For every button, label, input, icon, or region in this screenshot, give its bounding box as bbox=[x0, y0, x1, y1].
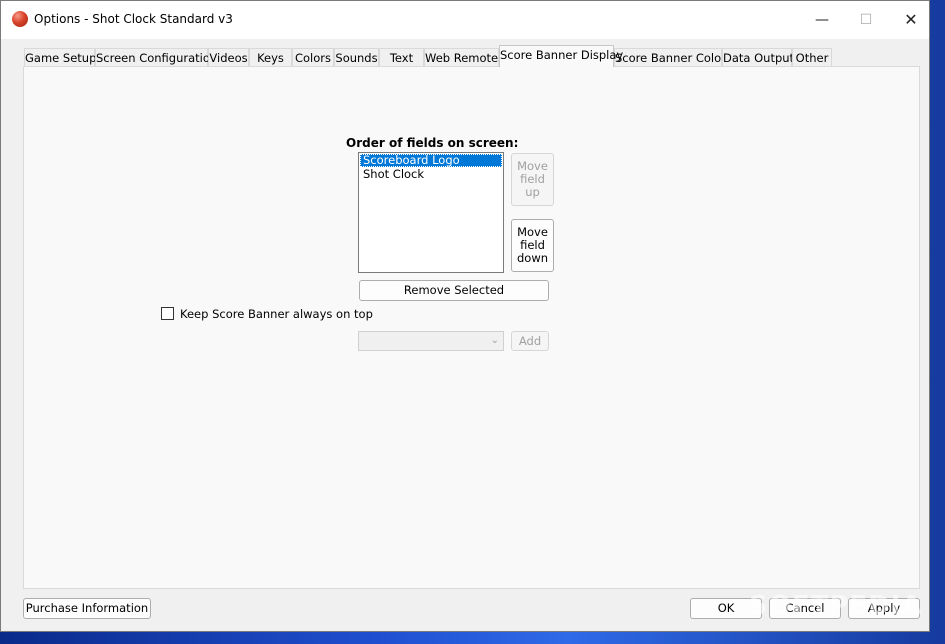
add-field-select[interactable]: ⌄ bbox=[358, 331, 504, 351]
keep-on-top-label[interactable]: Keep Score Banner always on top bbox=[180, 307, 373, 321]
tab-keys[interactable]: Keys bbox=[249, 48, 292, 67]
tab-sounds[interactable]: Sounds bbox=[334, 48, 379, 67]
softpedia-watermark: SOFTPEDIA bbox=[749, 591, 923, 621]
close-button[interactable]: ✕ bbox=[888, 7, 934, 33]
list-item-scoreboard-logo[interactable]: Scoreboard Logo bbox=[360, 154, 502, 167]
tab-text[interactable]: Text bbox=[379, 48, 424, 67]
tab-score-banner-display[interactable]: Score Banner Display bbox=[499, 45, 623, 67]
tab-data-output[interactable]: Data Output bbox=[722, 48, 794, 67]
options-window: Options - Shot Clock Standard v3 — ☐ ✕ G… bbox=[0, 0, 930, 632]
window-title: Options - Shot Clock Standard v3 bbox=[34, 12, 233, 26]
app-icon bbox=[12, 11, 28, 27]
chevron-down-icon: ⌄ bbox=[490, 335, 499, 346]
remove-selected-button[interactable]: Remove Selected bbox=[359, 280, 549, 301]
tab-other[interactable]: Other bbox=[792, 48, 832, 67]
maximize-button[interactable]: ☐ bbox=[843, 7, 889, 33]
add-field-button[interactable]: Add bbox=[511, 331, 549, 351]
fields-order-heading: Order of fields on screen: bbox=[346, 136, 519, 150]
title-bar: Options - Shot Clock Standard v3 — ☐ ✕ bbox=[1, 1, 929, 39]
tab-web-remote[interactable]: Web Remote bbox=[424, 48, 499, 67]
move-down-label-line3: down bbox=[516, 251, 549, 265]
keep-on-top-checkbox[interactable] bbox=[161, 307, 174, 320]
move-field-down-button[interactable]: Move field down bbox=[511, 219, 554, 272]
list-item-shot-clock[interactable]: Shot Clock bbox=[360, 168, 502, 181]
tab-screen-configuration[interactable]: Screen Configuration bbox=[95, 48, 217, 67]
minimize-button[interactable]: — bbox=[799, 7, 845, 33]
tab-score-banner-colors[interactable]: Score Banner Colors bbox=[614, 48, 732, 67]
move-up-label-line3: up bbox=[525, 185, 540, 199]
purchase-information-button[interactable]: Purchase Information bbox=[23, 598, 151, 619]
move-field-up-button[interactable]: Move field up bbox=[511, 153, 554, 206]
tab-colors[interactable]: Colors bbox=[292, 48, 334, 67]
tab-videos[interactable]: Videos bbox=[208, 48, 249, 67]
tab-game-setup[interactable]: Game Setup bbox=[24, 48, 96, 67]
fields-order-listbox[interactable]: Scoreboard Logo Shot Clock bbox=[358, 152, 504, 273]
